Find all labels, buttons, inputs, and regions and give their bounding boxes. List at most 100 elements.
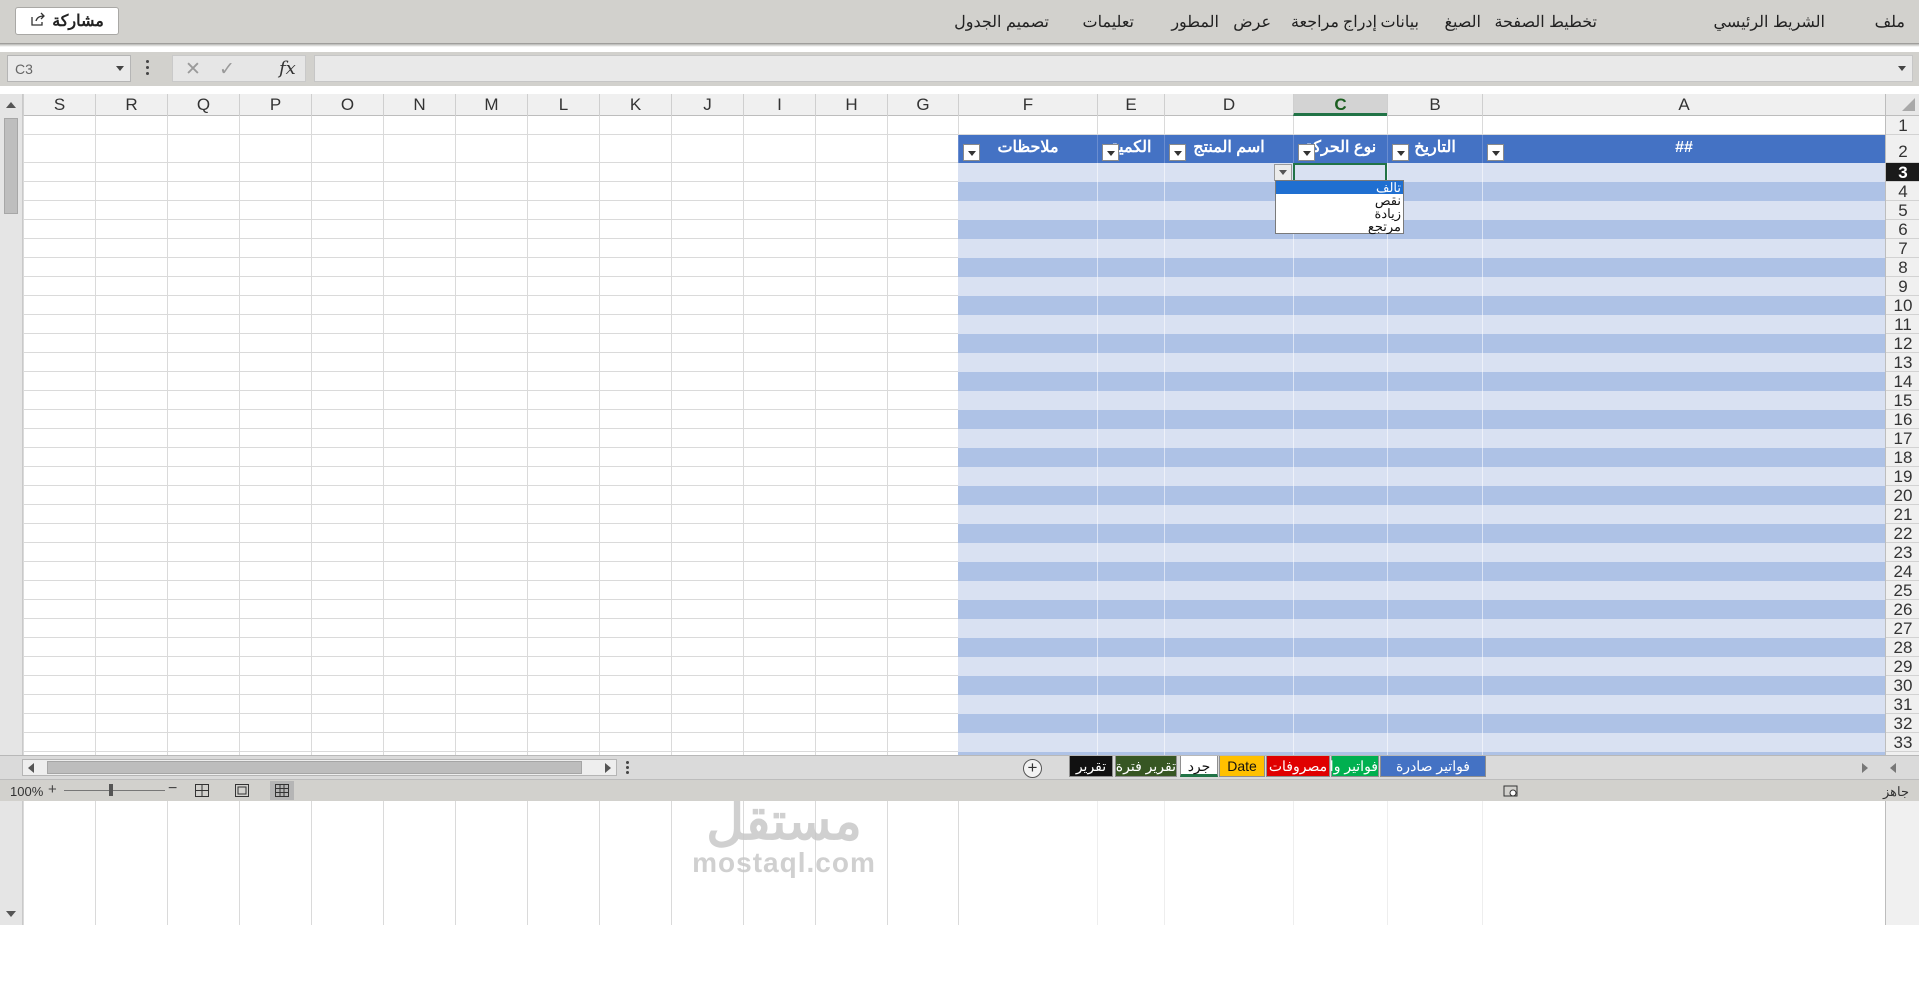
row-header-1[interactable]: 1 — [1886, 116, 1919, 135]
name-box[interactable]: C3 — [7, 55, 131, 82]
scroll-up-icon[interactable] — [6, 102, 16, 108]
column-header-p[interactable]: P — [239, 94, 311, 116]
tab-review[interactable]: مراجعة — [1291, 12, 1339, 32]
row-header-5[interactable]: 5 — [1886, 201, 1919, 220]
tab-file[interactable]: ملف — [1875, 12, 1905, 32]
column-header-r[interactable]: R — [95, 94, 167, 116]
row-header-33[interactable]: 33 — [1886, 733, 1919, 752]
sheet-tab[interactable]: مصروفات — [1266, 756, 1330, 777]
dropdown-option[interactable]: مرتجع — [1276, 220, 1403, 233]
row-header-10[interactable]: 10 — [1886, 296, 1919, 315]
tab-help[interactable]: تعليمات — [1083, 12, 1134, 32]
tab-table-design[interactable]: تصميم الجدول — [954, 12, 1049, 32]
row-header-26[interactable]: 26 — [1886, 600, 1919, 619]
row-header-18[interactable]: 18 — [1886, 448, 1919, 467]
row-header-12[interactable]: 12 — [1886, 334, 1919, 353]
insert-function-icon[interactable]: fx — [279, 58, 296, 79]
row-header-21[interactable]: 21 — [1886, 505, 1919, 524]
column-header-j[interactable]: J — [671, 94, 743, 116]
row-header-11[interactable]: 11 — [1886, 315, 1919, 334]
row-header-9[interactable]: 9 — [1886, 277, 1919, 296]
normal-view-icon[interactable] — [270, 781, 294, 800]
table-header-e[interactable]: الكمية — [1097, 135, 1164, 163]
prev-sheet-icon[interactable] — [1890, 763, 1896, 773]
tab-formulas[interactable]: الصيغ — [1444, 12, 1481, 32]
row-header-31[interactable]: 31 — [1886, 695, 1919, 714]
filter-dropdown-icon[interactable] — [1298, 144, 1315, 161]
chevron-down-icon[interactable] — [116, 66, 124, 71]
column-header-b[interactable]: B — [1387, 94, 1482, 116]
column-header-e[interactable]: E — [1097, 94, 1164, 116]
row-header-23[interactable]: 23 — [1886, 543, 1919, 562]
row-header-28[interactable]: 28 — [1886, 638, 1919, 657]
row-header-2[interactable]: 2 — [1886, 135, 1919, 163]
row-header-17[interactable]: 17 — [1886, 429, 1919, 448]
share-button[interactable]: مشاركة — [15, 7, 119, 35]
column-header-o[interactable]: O — [311, 94, 383, 116]
row-header-27[interactable]: 27 — [1886, 619, 1919, 638]
sheet-tab[interactable]: Date — [1219, 756, 1265, 777]
column-header-i[interactable]: I — [743, 94, 815, 116]
zoom-out-icon[interactable]: − — [168, 780, 177, 798]
confirm-icon[interactable]: ✓ — [219, 58, 235, 81]
row-header-20[interactable]: 20 — [1886, 486, 1919, 505]
tab-home[interactable]: الشريط الرئيسي — [1713, 12, 1825, 32]
table-header-f[interactable]: ملاحظات — [958, 135, 1097, 163]
row-header-22[interactable]: 22 — [1886, 524, 1919, 543]
select-all-button[interactable] — [1885, 94, 1919, 116]
tab-developer[interactable]: المطور — [1171, 12, 1219, 32]
column-header-f[interactable]: F — [958, 94, 1097, 116]
sheet-tab[interactable]: فواتير صادرة — [1380, 756, 1486, 777]
filter-dropdown-icon[interactable] — [1169, 144, 1186, 161]
table-header-a[interactable]: ## — [1482, 135, 1885, 163]
column-header-a[interactable]: A — [1482, 94, 1885, 116]
zoom-slider-thumb[interactable] — [109, 784, 113, 796]
column-header-l[interactable]: L — [527, 94, 599, 116]
vertical-scroll-thumb[interactable] — [4, 118, 18, 214]
sheet-tab[interactable]: فواتير وارده — [1309, 756, 1379, 777]
zoom-level[interactable]: 100% — [10, 784, 43, 799]
row-header-6[interactable]: 6 — [1886, 220, 1919, 239]
next-sheet-icon[interactable] — [1862, 763, 1868, 773]
column-header-k[interactable]: K — [599, 94, 671, 116]
filter-dropdown-icon[interactable] — [1487, 144, 1504, 161]
row-header-4[interactable]: 4 — [1886, 182, 1919, 201]
row-header-14[interactable]: 14 — [1886, 372, 1919, 391]
column-header-d[interactable]: D — [1164, 94, 1293, 116]
page-break-view-icon[interactable] — [190, 781, 214, 800]
row-header-32[interactable]: 32 — [1886, 714, 1919, 733]
filter-dropdown-icon[interactable] — [1392, 144, 1409, 161]
row-header-7[interactable]: 7 — [1886, 239, 1919, 258]
zoom-slider[interactable] — [64, 790, 165, 791]
column-header-m[interactable]: M — [455, 94, 527, 116]
column-header-g[interactable]: G — [887, 94, 958, 116]
column-header-h[interactable]: H — [815, 94, 887, 116]
tab-page-layout[interactable]: تخطيط الصفحة — [1494, 12, 1597, 32]
scroll-left-icon[interactable] — [28, 763, 34, 773]
row-header-19[interactable]: 19 — [1886, 467, 1919, 486]
sheet-tab[interactable]: تقرير — [1069, 756, 1113, 777]
column-header-c[interactable]: C — [1293, 94, 1387, 116]
table-header-d[interactable]: اسم المنتج — [1164, 135, 1293, 163]
cancel-icon[interactable]: ✕ — [185, 58, 201, 81]
table-header-c[interactable]: نوع الحركة — [1293, 135, 1387, 163]
row-header-29[interactable]: 29 — [1886, 657, 1919, 676]
row-header-25[interactable]: 25 — [1886, 581, 1919, 600]
scroll-down-icon[interactable] — [6, 911, 16, 917]
scroll-right-icon[interactable] — [605, 763, 611, 773]
more-options-icon[interactable] — [146, 60, 150, 78]
tab-view[interactable]: عرض — [1233, 12, 1271, 32]
filter-dropdown-icon[interactable] — [963, 144, 980, 161]
sheet-tab[interactable]: جرد — [1180, 756, 1218, 777]
row-header-24[interactable]: 24 — [1886, 562, 1919, 581]
horizontal-scrollbar[interactable] — [22, 759, 617, 776]
zoom-in-icon[interactable]: + — [48, 781, 57, 798]
tab-data[interactable]: بيانات — [1380, 12, 1419, 32]
add-sheet-button[interactable]: + — [1023, 759, 1042, 778]
column-header-n[interactable]: N — [383, 94, 455, 116]
row-header-3[interactable]: 3 — [1886, 163, 1919, 182]
column-header-q[interactable]: Q — [167, 94, 239, 116]
horizontal-scroll-thumb[interactable] — [47, 761, 582, 774]
filter-dropdown-icon[interactable] — [1102, 144, 1119, 161]
tab-insert[interactable]: إدراج — [1343, 12, 1377, 32]
